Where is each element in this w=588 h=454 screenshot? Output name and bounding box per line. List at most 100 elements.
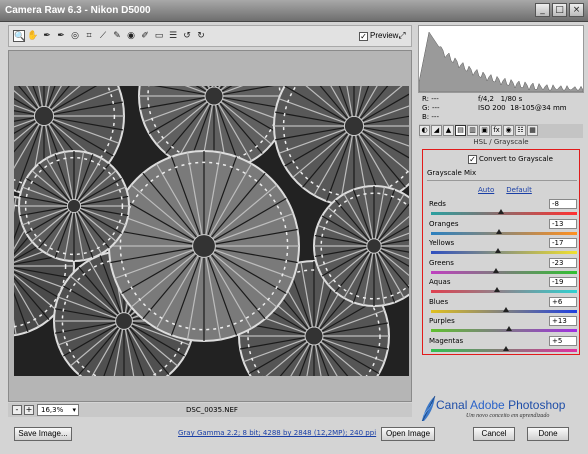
- basic-tab-icon[interactable]: ◐: [419, 125, 430, 136]
- slider-oranges[interactable]: Oranges -13: [429, 218, 577, 239]
- cancel-button[interactable]: Cancel: [473, 427, 515, 441]
- default-link[interactable]: Default: [506, 186, 532, 194]
- target-adjust-icon[interactable]: ◎: [69, 30, 81, 42]
- crop-icon[interactable]: ⌗: [83, 30, 95, 42]
- minimize-button[interactable]: _: [535, 3, 550, 17]
- slider-thumb[interactable]: [498, 209, 505, 214]
- right-panel: R: --- G: --- B: --- f/4,2 1/80 s ISO 20…: [418, 25, 584, 417]
- slider-thumb[interactable]: [496, 228, 503, 234]
- slider-label: Yellows: [429, 239, 455, 247]
- lens-corrections-tab-icon[interactable]: ▣: [479, 125, 490, 136]
- preview-checkbox[interactable]: ✓: [359, 32, 368, 41]
- slider-aquas[interactable]: Aquas -19: [429, 277, 577, 297]
- split-toning-tab-icon[interactable]: ▥: [467, 125, 478, 136]
- rotate-cw-icon[interactable]: ↻: [195, 30, 207, 42]
- slider-greens[interactable]: Greens -23: [429, 257, 577, 278]
- color-sampler-icon[interactable]: ✒: [55, 30, 67, 42]
- spot-removal-icon[interactable]: ✎: [111, 30, 123, 42]
- convert-grayscale-toggle[interactable]: ✓ Convert to Grayscale: [468, 155, 553, 164]
- straighten-icon[interactable]: ⟋: [97, 30, 109, 42]
- slider-track[interactable]: [431, 329, 577, 332]
- slider-thumb[interactable]: [503, 306, 510, 312]
- file-name: DSC_0035.NEF: [186, 406, 238, 414]
- panel-title: HSL / Grayscale: [473, 138, 529, 146]
- panel-tabs: ◐ ◢ ▲ ▤ ▥ ▣ fx ◉ ☷ ▦: [419, 124, 583, 138]
- slider-value-input[interactable]: -8: [549, 199, 577, 209]
- zoom-level-select[interactable]: 16,3% ▾: [37, 404, 79, 416]
- iso: ISO 200: [478, 104, 506, 112]
- grayscale-highlight-box: ✓ Convert to Grayscale Grayscale Mix Auto…: [422, 149, 580, 355]
- camera-raw-dialog: 🔍 ✋ ✒ ✒ ◎ ⌗ ⟋ ✎ ◉ ✐ ▭ ☰ ↺ ↻ ✓ Preview ⤢ - + 16,3% ▾ DSC…: [0, 22, 588, 454]
- slider-thumb[interactable]: [502, 345, 509, 351]
- slider-value-input[interactable]: -23: [549, 257, 577, 268]
- slider-thumb[interactable]: [492, 267, 499, 273]
- slider-magentas[interactable]: Magentas +5: [429, 335, 577, 356]
- slider-label: Aquas: [429, 278, 451, 286]
- preview-toggle[interactable]: ✓ Preview: [359, 31, 398, 41]
- rotate-ccw-icon[interactable]: ↺: [181, 30, 193, 42]
- red-eye-icon[interactable]: ◉: [125, 30, 137, 42]
- status-bar: - + 16,3% ▾ DSC_0035.NEF: [8, 403, 412, 417]
- adjustment-brush-icon[interactable]: ✐: [139, 30, 151, 42]
- slider-thumb[interactable]: [505, 326, 512, 331]
- grayscale-mix-tab[interactable]: Grayscale Mix: [427, 169, 476, 177]
- slider-value-input[interactable]: +6: [549, 296, 577, 307]
- effects-tab-icon[interactable]: fx: [491, 125, 502, 136]
- slider-yellows[interactable]: Yellows -17: [429, 238, 577, 258]
- readout-g: G: ---: [422, 104, 440, 112]
- hsl-tab-icon[interactable]: ▤: [455, 125, 466, 136]
- window-controls: _ □ ×: [535, 3, 584, 17]
- zoom-level-value: 16,3%: [41, 406, 64, 414]
- save-image-button[interactable]: Save Image...: [14, 427, 72, 441]
- open-image-button[interactable]: Open Image: [381, 427, 435, 441]
- grayscale-photo: [14, 86, 409, 376]
- zoom-out-button[interactable]: -: [12, 405, 22, 415]
- readout-r: R: ---: [422, 95, 439, 103]
- detail-tab-icon[interactable]: ▲: [443, 125, 454, 136]
- slider-value-input[interactable]: +13: [549, 316, 577, 326]
- readout-b: B: ---: [422, 113, 439, 121]
- done-button[interactable]: Done: [527, 427, 569, 441]
- photo-preview[interactable]: [14, 86, 409, 376]
- white-balance-icon[interactable]: ✒: [41, 30, 53, 42]
- slider-value-input[interactable]: +5: [549, 335, 577, 346]
- workflow-options-link[interactable]: Gray Gamma 2.2; 8 bit; 4288 by 2848 (12,…: [178, 429, 376, 437]
- zoom-in-button[interactable]: +: [24, 405, 34, 415]
- zoom-icon[interactable]: 🔍: [13, 30, 25, 42]
- close-button[interactable]: ×: [569, 3, 584, 17]
- chevron-down-icon: ▾: [72, 406, 76, 414]
- tone-curve-tab-icon[interactable]: ◢: [431, 125, 442, 136]
- preferences-icon[interactable]: ☰: [167, 30, 179, 42]
- convert-grayscale-checkbox[interactable]: ✓: [468, 155, 477, 164]
- camera-calibration-tab-icon[interactable]: ◉: [503, 125, 514, 136]
- slider-track[interactable]: [431, 270, 577, 274]
- window-title: Camera Raw 6.3 - Nikon D5000: [5, 5, 151, 16]
- toolbar: 🔍 ✋ ✒ ✒ ◎ ⌗ ⟋ ✎ ◉ ✐ ▭ ☰ ↺ ↻ ✓ Preview ⤢: [8, 25, 412, 47]
- presets-tab-icon[interactable]: ☷: [515, 125, 526, 136]
- slider-label: Magentas: [429, 336, 464, 345]
- snapshots-tab-icon[interactable]: ▦: [527, 125, 538, 136]
- fullscreen-icon[interactable]: ⤢: [396, 30, 408, 42]
- graduated-filter-icon[interactable]: ▭: [153, 30, 165, 42]
- slider-track[interactable]: [431, 290, 577, 293]
- slider-track[interactable]: [431, 251, 577, 254]
- preview-label: Preview: [370, 31, 399, 40]
- bottom-bar: Save Image... Gray Gamma 2.2; 8 bit; 428…: [0, 421, 588, 454]
- slider-blues[interactable]: Blues +6: [429, 296, 577, 317]
- convert-grayscale-label: Convert to Grayscale: [479, 155, 553, 163]
- aperture: f/4,2: [478, 95, 494, 103]
- slider-value-input[interactable]: -17: [549, 238, 577, 248]
- slider-value-input[interactable]: -19: [549, 277, 577, 287]
- slider-track[interactable]: [431, 231, 577, 235]
- slider-label: Blues: [429, 297, 449, 306]
- hand-icon[interactable]: ✋: [27, 30, 39, 42]
- histogram: [418, 25, 584, 93]
- lens: 18-105@34 mm: [510, 104, 567, 112]
- maximize-button[interactable]: □: [552, 3, 567, 17]
- slider-thumb[interactable]: [494, 248, 501, 253]
- slider-reds[interactable]: Reds -8: [429, 199, 577, 219]
- slider-purples[interactable]: Purples +13: [429, 316, 577, 336]
- slider-value-input[interactable]: -13: [549, 218, 577, 229]
- slider-thumb[interactable]: [494, 287, 501, 292]
- auto-link[interactable]: Auto: [478, 186, 494, 194]
